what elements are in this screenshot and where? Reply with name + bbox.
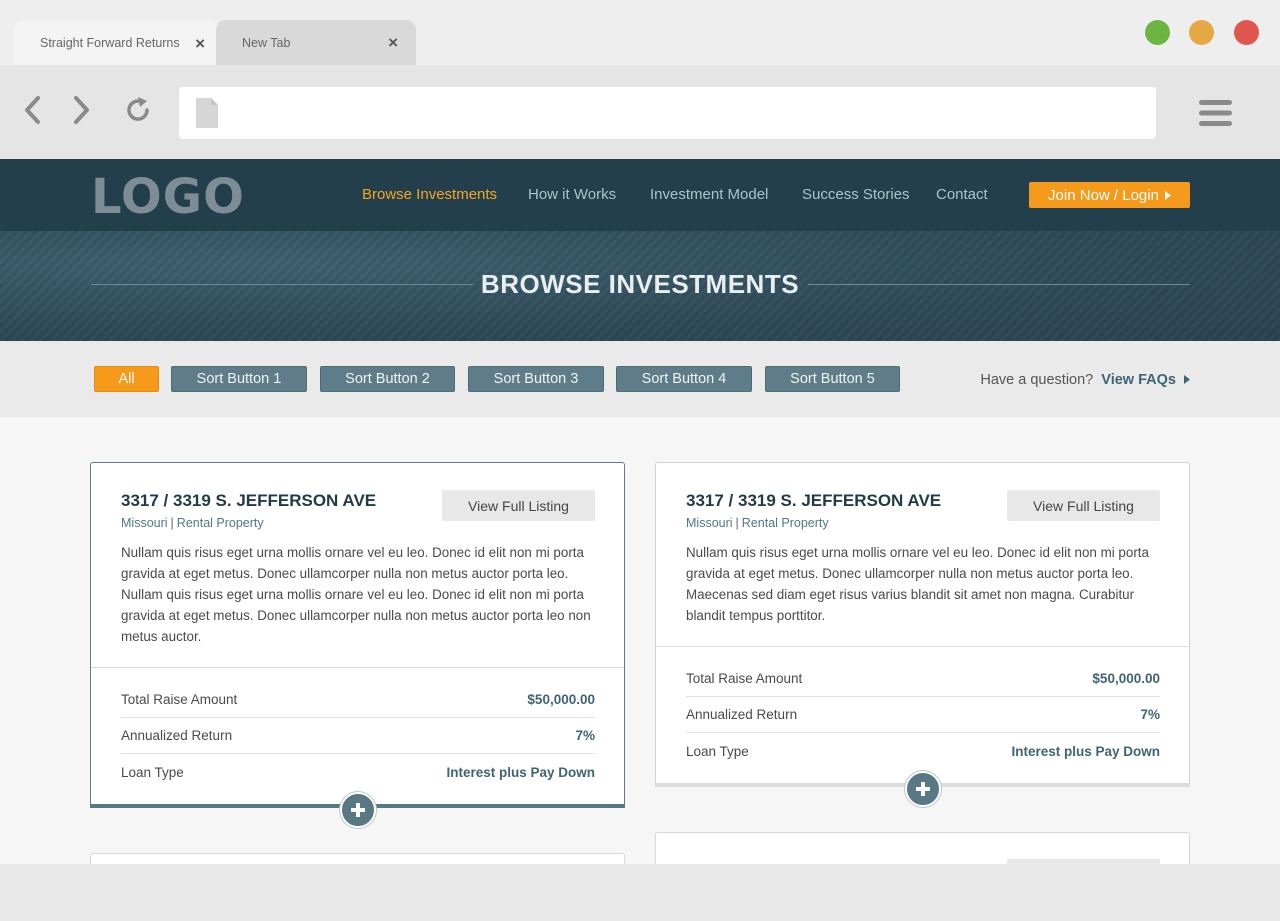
sort-button-3[interactable]: Sort Button 3 <box>468 366 604 392</box>
nav-success-stories[interactable]: Success Stories <box>802 186 910 203</box>
faq-prompt: Have a question? View FAQs <box>980 372 1190 388</box>
stat-value: $50,000.00 <box>1092 671 1160 686</box>
window-green-button[interactable] <box>1145 20 1170 45</box>
separator: | <box>735 516 739 530</box>
browser-toolbar <box>0 65 1280 159</box>
view-faqs-link[interactable]: View FAQs <box>1101 372 1190 388</box>
join-login-label: Join Now / Login <box>1048 186 1159 204</box>
nav-contact[interactable]: Contact <box>936 186 988 203</box>
separator: | <box>170 516 174 530</box>
listing-state[interactable]: Missouri <box>121 516 168 530</box>
view-full-listing-button[interactable]: View Full Listing <box>442 490 595 521</box>
stat-label: Total Raise Amount <box>121 692 238 707</box>
filter-all-button[interactable]: All <box>94 366 159 392</box>
logo[interactable]: LOGO <box>91 169 245 225</box>
stat-row-total-raise: Total Raise Amount $50,000.00 <box>121 682 595 718</box>
join-login-button[interactable]: Join Now / Login <box>1029 182 1190 208</box>
document-icon <box>196 98 218 128</box>
listing-type[interactable]: Rental Property <box>177 516 264 530</box>
view-faqs-label: View FAQs <box>1101 372 1176 388</box>
reload-icon[interactable] <box>121 93 155 127</box>
view-full-listing-button[interactable]: View Full Listing <box>1007 490 1160 521</box>
window-yellow-button[interactable] <box>1189 20 1214 45</box>
listing-state[interactable]: Missouri <box>686 516 733 530</box>
site-header: LOGO Browse Investments How it Works Inv… <box>0 159 1280 231</box>
listing-card: 3317 / 3319 S. JEFFERSON AVE Missouri | Re… <box>90 462 625 828</box>
sort-button-2[interactable]: Sort Button 2 <box>320 366 455 392</box>
stat-label: Annualized Return <box>686 707 798 722</box>
stat-value: Interest plus Pay Down <box>1011 743 1160 759</box>
listing-type[interactable]: Rental Property <box>742 516 829 530</box>
window-red-button[interactable] <box>1234 20 1259 45</box>
stat-row-loan-type: Loan Type Interest plus Pay Down <box>686 733 1160 769</box>
stat-value: 7% <box>575 728 595 743</box>
listing-subtitle: Missouri | Rental Property <box>121 516 264 530</box>
page-title: BROWSE INVESTMENTS <box>480 269 800 299</box>
card-divider <box>91 667 624 668</box>
browser-bottom-area <box>0 864 1280 921</box>
card-divider <box>656 646 1189 647</box>
nav-browse-investments[interactable]: Browse Investments <box>362 186 497 203</box>
close-icon[interactable]: × <box>195 35 205 52</box>
forward-arrow-icon[interactable] <box>64 93 98 127</box>
sort-button-4[interactable]: Sort Button 4 <box>616 366 752 392</box>
stat-row-total-raise: Total Raise Amount $50,000.00 <box>686 661 1160 697</box>
tab-label: New Tab <box>242 35 291 50</box>
stat-label: Loan Type <box>686 743 749 759</box>
stat-label: Annualized Return <box>121 728 233 743</box>
stat-row-loan-type: Loan Type Interest plus Pay Down <box>121 754 595 790</box>
stat-label: Loan Type <box>121 764 184 780</box>
listing-card: 3317 / 3319 S. JEFFERSON AVE Missouri | Re… <box>655 462 1190 807</box>
expand-button[interactable] <box>340 792 376 828</box>
listing-title: 3317 / 3319 S. JEFFERSON AVE <box>121 491 377 510</box>
hamburger-menu-icon[interactable] <box>1199 98 1232 128</box>
back-arrow-icon[interactable] <box>16 93 50 127</box>
tab-straight-forward-returns[interactable]: Straight Forward Returns × <box>14 20 219 65</box>
stat-value: 7% <box>1140 707 1160 722</box>
listing-description: Nullam quis risus eget urna mollis ornar… <box>686 545 1149 623</box>
stat-label: Total Raise Amount <box>686 671 803 686</box>
stat-value: $50,000.00 <box>527 692 595 707</box>
listings-grid: 3317 / 3319 S. JEFFERSON AVE Missouri | Re… <box>0 417 1280 864</box>
stat-row-annualized-return: Annualized Return 7% <box>121 718 595 754</box>
filter-bar: All Sort Button 1 Sort Button 2 Sort But… <box>0 341 1280 417</box>
caret-right-icon <box>1164 190 1171 200</box>
plus-icon <box>916 782 930 796</box>
browser-chrome: Straight Forward Returns × New Tab × <box>0 0 1280 159</box>
plus-icon <box>351 803 365 817</box>
close-icon[interactable]: × <box>388 34 398 51</box>
stat-row-annualized-return: Annualized Return 7% <box>686 697 1160 733</box>
faq-question: Have a question? <box>980 372 1094 388</box>
listing-subtitle: Missouri | Rental Property <box>686 516 829 530</box>
listing-card-partial <box>90 853 625 864</box>
listing-card-partial <box>655 832 1190 864</box>
tab-new-tab[interactable]: New Tab × <box>216 20 416 65</box>
nav-how-it-works[interactable]: How it Works <box>528 186 616 203</box>
listing-description: Nullam quis risus eget urna mollis ornar… <box>121 545 591 644</box>
url-input[interactable] <box>179 87 1156 139</box>
sort-button-1[interactable]: Sort Button 1 <box>171 366 307 392</box>
caret-right-icon <box>1184 375 1190 384</box>
stat-value: Interest plus Pay Down <box>446 764 595 780</box>
expand-button[interactable] <box>905 771 941 807</box>
tab-label: Straight Forward Returns <box>40 35 180 50</box>
sort-button-5[interactable]: Sort Button 5 <box>765 366 900 392</box>
listing-title: 3317 / 3319 S. JEFFERSON AVE <box>686 491 942 510</box>
hero-banner: BROWSE INVESTMENTS <box>0 231 1280 341</box>
nav-investment-model[interactable]: Investment Model <box>650 186 768 203</box>
